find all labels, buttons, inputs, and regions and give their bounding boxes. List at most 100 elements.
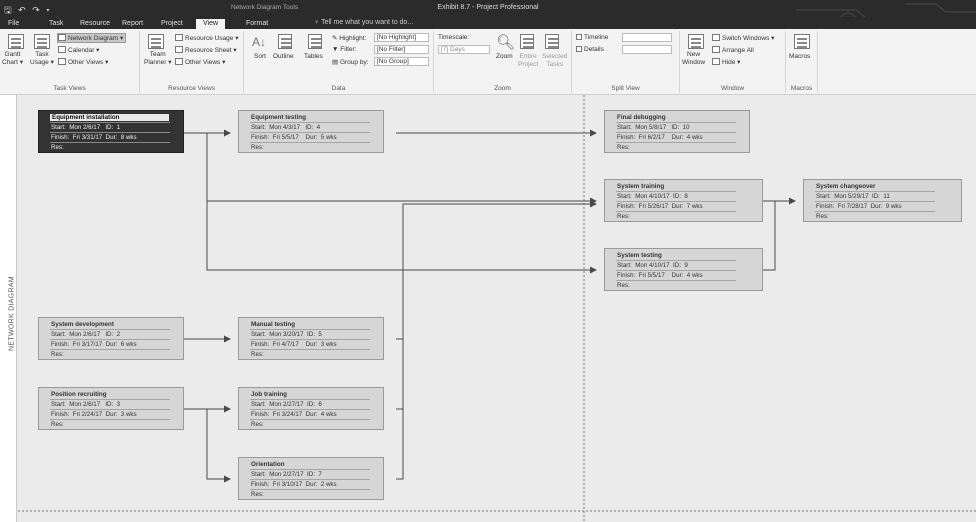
switch-windows-button[interactable]: Switch Windows ▾ xyxy=(712,34,774,42)
task-node-name: Equipment testing xyxy=(251,114,306,121)
divider xyxy=(50,399,170,400)
divider xyxy=(250,329,370,330)
group-label-zoom: Zoom xyxy=(494,85,511,92)
switch-windows-icon xyxy=(712,34,720,41)
highlight-select[interactable]: [No Highlight] xyxy=(374,33,429,42)
hide-button[interactable]: Hide ▾ xyxy=(712,58,740,66)
tab-report[interactable]: Report xyxy=(120,19,145,29)
task-node-res: Res: xyxy=(617,144,630,151)
outline-button[interactable]: Outline xyxy=(273,53,294,60)
divider xyxy=(250,479,370,480)
task-node-finish: Finish: Fri 5/26/17 Dur: 7 wks xyxy=(617,203,703,210)
group-label-split-view: Split View xyxy=(611,85,640,92)
task-other-views-label: Other Views ▾ xyxy=(68,59,109,66)
task-node-finish: Finish: Fri 3/31/17 Dur: 8 wks xyxy=(51,134,137,141)
selected-tasks-button[interactable]: Selected Tasks xyxy=(542,53,567,69)
timescale-label: Timescale: xyxy=(438,34,470,41)
tell-me-search[interactable]: ♀ Tell me what you want to do... xyxy=(314,19,413,26)
task-node-name: Manual testing xyxy=(251,321,296,328)
tab-project[interactable]: Project xyxy=(159,19,185,29)
task-node-system-training[interactable]: System training Start: Mon 4/10/17 ID: 8… xyxy=(604,179,763,222)
task-node-name: Job training xyxy=(251,391,288,398)
task-node-start: Start: Mon 3/20/17 ID: 5 xyxy=(251,331,322,338)
resource-usage-button[interactable]: Resource Usage ▾ xyxy=(175,34,238,42)
divider xyxy=(250,469,370,470)
arrange-all-button[interactable]: Arrange All xyxy=(712,46,754,54)
task-node-system-testing[interactable]: System testing Start: Mon 4/10/17 ID: 9 … xyxy=(604,248,763,291)
tab-format[interactable]: Format xyxy=(244,19,270,29)
task-node-start: Start: Mon 2/6/17 ID: 1 xyxy=(51,124,121,131)
task-usage-button[interactable]: Task Usage ▾ xyxy=(30,51,54,67)
divider xyxy=(50,349,170,350)
network-diagram-button[interactable]: Network Diagram ▾ xyxy=(56,33,127,43)
divider xyxy=(250,142,370,143)
task-node-name: System testing xyxy=(617,252,662,259)
task-node-job-training[interactable]: Job training Start: Mon 2/27/17 ID: 6 Fi… xyxy=(238,387,384,430)
divider xyxy=(616,132,736,133)
task-node-res: Res: xyxy=(251,144,264,151)
network-diagram-icon xyxy=(58,34,66,41)
tab-file[interactable]: File xyxy=(6,19,21,29)
entire-project-button[interactable]: Entire Project xyxy=(518,53,538,69)
divider xyxy=(616,260,736,261)
task-node-name: Final debugging xyxy=(617,114,666,121)
resource-sheet-button[interactable]: Resource Sheet ▾ xyxy=(175,46,237,54)
group-by-select[interactable]: [No Group] xyxy=(374,57,429,66)
divider xyxy=(616,191,736,192)
tables-icon xyxy=(308,34,322,49)
task-node-manual-testing[interactable]: Manual testing Start: Mon 3/20/17 ID: 5 … xyxy=(238,317,384,360)
new-window-icon xyxy=(688,34,704,49)
task-node-system-development[interactable]: System development Start: Mon 2/6/17 ID:… xyxy=(38,317,184,360)
task-node-final-debugging[interactable]: Final debugging Start: Mon 5/8/17 ID: 10… xyxy=(604,110,750,153)
task-node-system-changeover[interactable]: System changeover Start: Mon 5/29/17 ID:… xyxy=(803,179,962,222)
divider xyxy=(815,201,935,202)
timescale-select[interactable]: [7] Days xyxy=(438,45,490,54)
ribbon: Gantt Chart ▾ Task Usage ▾ Network Diagr… xyxy=(0,29,976,95)
task-node-res: Res: xyxy=(617,282,630,289)
arrange-all-icon xyxy=(712,46,720,53)
team-planner-button[interactable]: Team Planner ▾ xyxy=(144,51,171,67)
task-node-res: Res: xyxy=(251,491,264,498)
hide-label: Hide ▾ xyxy=(722,59,741,66)
task-node-res: Res: xyxy=(51,421,64,428)
details-select[interactable] xyxy=(622,45,672,54)
task-node-res: Res: xyxy=(251,351,264,358)
task-node-name: Orientation xyxy=(251,461,285,468)
task-node-equipment-installation[interactable]: Equipment installation Start: Mon 2/6/17… xyxy=(38,110,184,153)
sort-button[interactable]: Sort xyxy=(254,53,266,60)
group-window: New Window Switch Windows ▾ Arrange All … xyxy=(680,31,786,93)
network-diagram-canvas[interactable] xyxy=(0,95,976,522)
tab-task[interactable]: Task xyxy=(47,19,65,29)
resource-other-views-label: Other Views ▾ xyxy=(185,59,226,66)
tables-button[interactable]: Tables xyxy=(304,53,323,60)
timeline-checkbox[interactable]: Timeline xyxy=(576,34,608,41)
task-node-finish: Finish: Fri 3/17/17 Dur: 6 wks xyxy=(51,341,137,348)
details-checkbox[interactable]: Details xyxy=(576,46,604,53)
network-diagram-label: Network Diagram ▾ xyxy=(68,35,124,42)
macros-button[interactable]: Macros xyxy=(789,53,810,60)
gantt-chart-button[interactable]: Gantt Chart ▾ xyxy=(2,51,23,67)
task-node-name: Position recruiting xyxy=(51,391,107,398)
zoom-button[interactable]: Zoom xyxy=(496,53,513,60)
new-window-button[interactable]: New Window xyxy=(682,51,705,67)
group-task-views: Gantt Chart ▾ Task Usage ▾ Network Diagr… xyxy=(0,31,140,93)
sort-icon: A↓ xyxy=(252,35,267,49)
task-node-name: System changeover xyxy=(816,183,876,190)
filter-label-text: Filter: xyxy=(340,46,357,53)
group-label-macros: Macros xyxy=(790,85,813,92)
timeline-select[interactable] xyxy=(622,33,672,42)
task-node-orientation[interactable]: Orientation Start: Mon 2/27/17 ID: 7 Fin… xyxy=(238,457,384,500)
task-node-finish: Finish: Fri 5/5/17 Dur: 5 wks xyxy=(251,134,337,141)
resource-other-views-button[interactable]: Other Views ▾ xyxy=(175,58,225,66)
tab-view[interactable]: View xyxy=(196,19,226,29)
macros-icon xyxy=(794,34,810,49)
tab-resource[interactable]: Resource xyxy=(78,19,112,29)
group-label-data: Data xyxy=(331,85,346,92)
task-node-equipment-testing[interactable]: Equipment testing Start: Mon 4/3/17 ID: … xyxy=(238,110,384,153)
filter-select[interactable]: [No Filter] xyxy=(374,45,429,54)
calendar-button[interactable]: Calendar ▾ xyxy=(58,46,99,54)
task-other-views-button[interactable]: Other Views ▾ xyxy=(58,58,108,66)
divider xyxy=(250,122,370,123)
task-node-position-recruiting[interactable]: Position recruiting Start: Mon 2/6/17 ID… xyxy=(38,387,184,430)
divider xyxy=(815,211,935,212)
